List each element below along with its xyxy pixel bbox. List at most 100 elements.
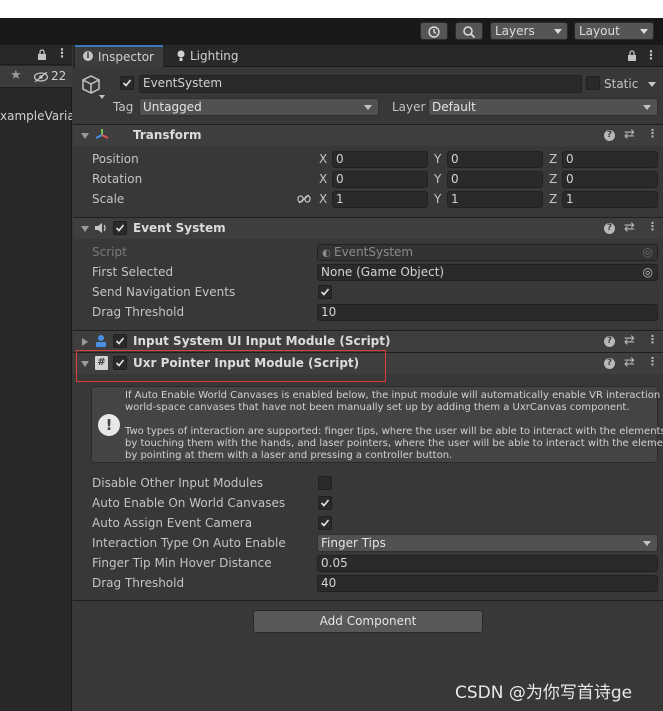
history-button[interactable] <box>420 22 448 40</box>
position-y-field[interactable]: 0 <box>447 151 543 168</box>
more-menu-icon[interactable]: ⋮ <box>647 333 658 346</box>
presets-icon[interactable]: ⇄ <box>624 355 635 370</box>
input-system-module-enabled-checkbox[interactable] <box>113 334 127 348</box>
rotation-y-field[interactable]: 0 <box>447 171 543 188</box>
foldout-collapsed-icon[interactable] <box>82 338 88 346</box>
layout-dropdown[interactable]: Layout <box>574 22 654 40</box>
script-component-icon <box>96 335 106 347</box>
drag-threshold-field[interactable]: 10 <box>317 304 658 321</box>
rotation-z-field[interactable]: 0 <box>562 171 658 188</box>
axis-x-label: X <box>319 172 328 186</box>
interaction-type-dropdown[interactable]: Finger Tips <box>317 534 658 552</box>
chevron-down-icon <box>640 29 648 34</box>
more-menu-icon[interactable]: ⋮ <box>647 127 658 140</box>
position-z-field[interactable]: 0 <box>562 151 658 168</box>
transform-axes-icon <box>95 129 109 139</box>
transform-title: Transform <box>133 128 202 142</box>
axis-z-label: Z <box>549 152 558 166</box>
hierarchy-header: ⋮ <box>0 45 72 65</box>
help-line: by pointing at them with a laser and pre… <box>125 450 453 461</box>
foldout-expanded-icon[interactable] <box>81 133 89 139</box>
icon-dropdown-arrow[interactable] <box>99 95 105 99</box>
gameobject-active-checkbox[interactable] <box>120 76 134 90</box>
checkmark-icon <box>320 499 330 507</box>
more-menu-icon[interactable]: ⋮ <box>56 46 68 60</box>
layers-dropdown[interactable]: Layers <box>490 22 568 40</box>
scale-y-field[interactable]: 1 <box>447 191 543 208</box>
script-icon: ◐ <box>322 248 331 259</box>
layers-label: Layers <box>495 24 535 38</box>
event-system-title: Event System <box>133 221 226 235</box>
foldout-expanded-icon[interactable] <box>81 226 89 232</box>
watermark: CSDN @为你写首诗ge <box>455 683 633 703</box>
transform-header[interactable]: Transform ? ⇄ ⋮ <box>73 124 663 146</box>
tag-label: Tag <box>113 100 134 114</box>
lock-icon[interactable] <box>627 50 637 62</box>
help-icon[interactable]: ? <box>604 358 615 369</box>
help-line: Two types of interaction are supported: … <box>125 426 663 437</box>
more-menu-icon[interactable]: ⋮ <box>647 355 658 368</box>
auto-assign-event-camera-checkbox[interactable] <box>318 516 332 530</box>
position-x-field[interactable]: 0 <box>332 151 428 168</box>
help-line: by touching them with the hands, and las… <box>125 438 663 449</box>
event-system-header[interactable]: Event System ? ⇄ ⋮ <box>73 217 663 239</box>
disable-other-modules-label: Disable Other Input Modules <box>92 476 263 490</box>
info-icon: i <box>83 51 93 61</box>
interaction-type-value: Finger Tips <box>321 536 386 550</box>
inspector-tab-bar: i Inspector Lighting ⋮ <box>73 45 663 67</box>
star-icon[interactable]: ★ <box>10 68 22 83</box>
chevron-down-icon <box>643 541 651 546</box>
layer-value: Default <box>432 100 476 114</box>
event-system-enabled-checkbox[interactable] <box>113 221 127 235</box>
axis-y-label: Y <box>434 152 442 166</box>
finger-tip-distance-label: Finger Tip Min Hover Distance <box>92 556 272 570</box>
scale-x-field[interactable]: 1 <box>332 191 428 208</box>
uxr-drag-threshold-field[interactable]: 40 <box>317 575 658 592</box>
search-button[interactable] <box>455 22 483 40</box>
object-picker-icon[interactable]: ◎ <box>643 265 653 280</box>
auto-enable-world-canvases-checkbox[interactable] <box>318 496 332 510</box>
send-navigation-checkbox[interactable] <box>318 285 332 299</box>
divider <box>73 600 663 601</box>
chevron-down-icon <box>643 105 651 110</box>
lock-icon[interactable] <box>37 49 47 61</box>
first-selected-label: First Selected <box>92 265 174 279</box>
help-icon[interactable]: ? <box>604 336 615 347</box>
scale-z-field[interactable]: 1 <box>562 191 658 208</box>
finger-tip-distance-field[interactable]: 0.05 <box>317 555 658 572</box>
more-menu-icon[interactable]: ⋮ <box>645 48 657 62</box>
axis-x-label: X <box>319 192 328 206</box>
drag-threshold-label: Drag Threshold <box>92 305 185 319</box>
history-icon <box>428 26 440 38</box>
tab-inspector[interactable]: i Inspector <box>75 45 163 67</box>
gameobject-name-field[interactable]: EventSystem <box>139 75 582 93</box>
more-menu-icon[interactable]: ⋮ <box>647 220 658 233</box>
interaction-type-label: Interaction Type On Auto Enable <box>92 536 286 550</box>
presets-icon[interactable]: ⇄ <box>624 220 635 235</box>
input-system-module-title: Input System UI Input Module (Script) <box>133 334 391 348</box>
disable-other-modules-checkbox[interactable] <box>318 476 332 490</box>
tab-lighting[interactable]: Lighting <box>173 45 253 67</box>
scale-label: Scale <box>92 192 125 206</box>
presets-icon[interactable]: ⇄ <box>624 127 635 142</box>
rotation-x-field[interactable]: 0 <box>332 171 428 188</box>
help-icon[interactable]: ? <box>604 130 615 141</box>
static-checkbox[interactable] <box>586 76 600 90</box>
visibility-count: 22 <box>51 69 67 83</box>
static-dropdown-arrow[interactable] <box>648 82 656 87</box>
visibility-hidden-icon[interactable] <box>33 72 49 82</box>
help-icon[interactable]: ? <box>604 223 615 234</box>
chevron-down-icon <box>364 105 372 110</box>
axis-z-label: Z <box>549 172 558 186</box>
event-system-icon <box>95 223 106 233</box>
layer-dropdown[interactable]: Default <box>428 98 658 116</box>
tag-dropdown[interactable]: Untagged <box>139 98 379 116</box>
add-component-button[interactable]: Add Component <box>253 610 483 633</box>
tab-inspector-label: Inspector <box>98 50 154 64</box>
first-selected-field[interactable]: None (Game Object) ◎ <box>317 264 658 281</box>
hierarchy-item[interactable]: xampleVaria <box>0 108 72 124</box>
help-line: If Auto Enable World Canvases is enabled… <box>125 390 663 401</box>
constrain-proportions-icon[interactable] <box>297 194 311 204</box>
presets-icon[interactable]: ⇄ <box>624 333 635 348</box>
input-system-module-header[interactable]: Input System UI Input Module (Script) ? … <box>73 330 663 352</box>
